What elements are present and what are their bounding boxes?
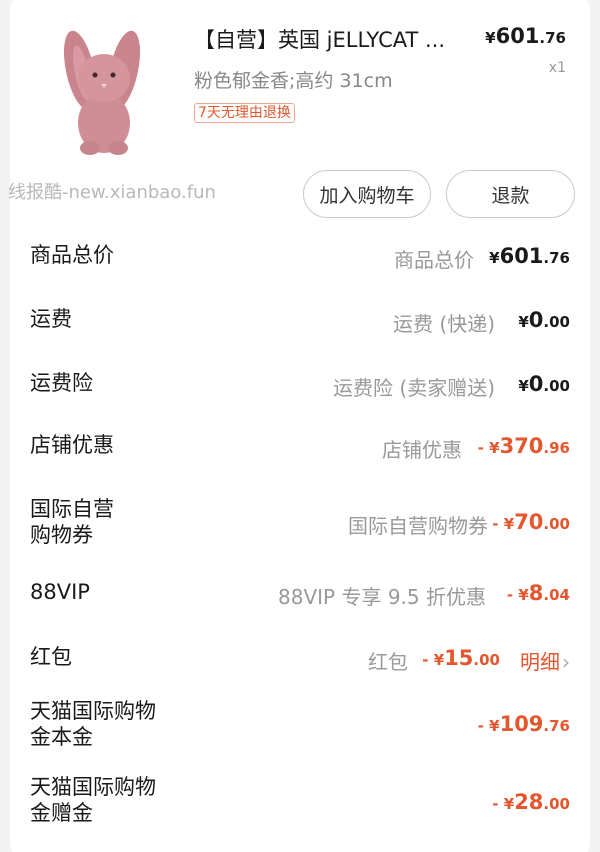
- price-row-description: 国际自营购物券: [348, 514, 488, 538]
- price-row-description: 红包: [368, 650, 408, 674]
- price-row-label: 商品总价: [30, 243, 114, 267]
- product-spec: 粉色郁金香;高约 31cm: [194, 70, 393, 92]
- product-title[interactable]: 【自营】英国 jELLYCAT ...: [194, 24, 494, 54]
- price-row-description: 88VIP 专享 9.5 折优惠: [278, 585, 486, 609]
- price-row-amount: ¥0.00: [518, 308, 570, 332]
- watermark-text: 线报酷-new.xianbao.fun: [8, 182, 216, 203]
- refund-button[interactable]: 退款: [446, 170, 575, 218]
- price-row: 天猫国际购物 金本金 - ¥109.76: [0, 698, 600, 758]
- product-item[interactable]: 【自营】英国 jELLYCAT ... ¥601.76 x1 粉色郁金香;高约 …: [14, 10, 590, 160]
- price-row-label: 店铺优惠: [30, 433, 114, 457]
- price-row: 88VIP 88VIP 专享 9.5 折优惠 - ¥8.04: [0, 579, 600, 639]
- price-row-amount: ¥601.76: [489, 244, 570, 268]
- chevron-right-icon: ›: [562, 650, 570, 674]
- product-price: ¥601.76: [485, 24, 566, 48]
- price-row-amount: ¥0.00: [518, 372, 570, 396]
- price-row-description: 运费 (快递): [393, 312, 495, 336]
- return-policy-badge: 7天无理由退换: [194, 103, 295, 123]
- price-row-amount: - ¥70.00: [492, 510, 570, 534]
- price-row: 国际自营 购物券 国际自营购物券 - ¥70.00: [0, 496, 600, 556]
- price-row[interactable]: 红包 红包 - ¥15.00 明细 ›: [0, 644, 600, 704]
- price-row-amount: - ¥8.04: [506, 581, 570, 605]
- price-row-amount: - ¥370.96: [477, 434, 570, 458]
- price-row-description: 运费险 (卖家赠送): [333, 376, 495, 400]
- price-row-label: 天猫国际购物 金赠金: [30, 775, 156, 825]
- price-row-amount: - ¥15.00: [422, 646, 500, 670]
- price-row: 运费 运费 (快递) ¥0.00: [0, 306, 600, 366]
- price-row-description: 商品总价: [394, 248, 474, 272]
- price-row-label: 运费: [30, 307, 72, 331]
- price-row-label: 国际自营 购物券: [30, 497, 114, 547]
- product-image[interactable]: [32, 18, 172, 158]
- add-to-cart-button[interactable]: 加入购物车: [303, 170, 431, 218]
- price-row-amount: - ¥28.00: [492, 790, 570, 814]
- price-row-description: 店铺优惠: [382, 438, 462, 462]
- red-packet-detail-link[interactable]: 明细 ›: [520, 646, 570, 675]
- price-row: 天猫国际购物 金赠金 - ¥28.00: [0, 774, 600, 834]
- price-row-label: 天猫国际购物 金本金: [30, 699, 156, 749]
- product-quantity: x1: [548, 60, 566, 76]
- price-row-label: 88VIP: [30, 580, 90, 604]
- price-row: 店铺优惠 店铺优惠 - ¥370.96: [0, 432, 600, 492]
- price-row-amount: - ¥109.76: [477, 712, 570, 736]
- price-row-label: 运费险: [30, 371, 93, 395]
- price-row: 商品总价 商品总价 ¥601.76: [0, 242, 600, 302]
- price-row: 运费险 运费险 (卖家赠送) ¥0.00: [0, 370, 600, 430]
- price-row-label: 红包: [30, 645, 72, 669]
